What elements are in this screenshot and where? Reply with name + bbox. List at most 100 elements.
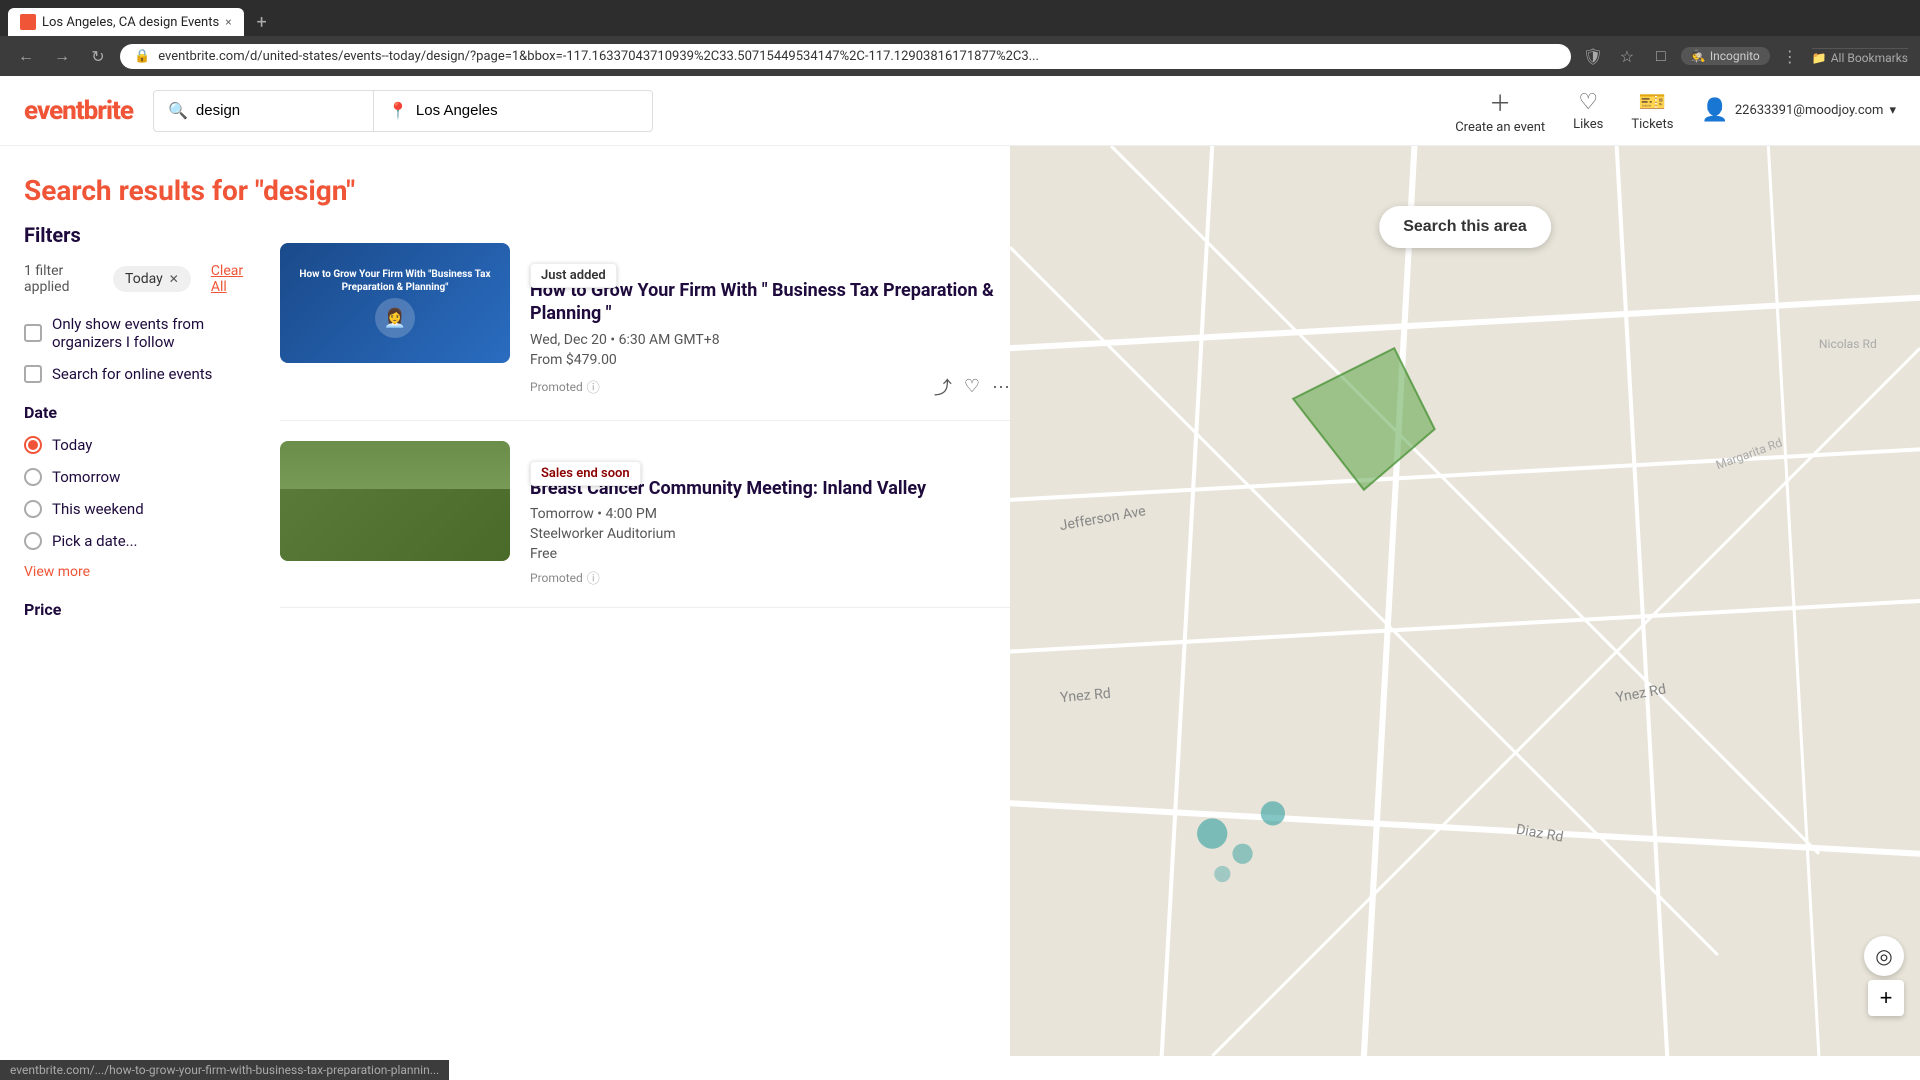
- back-button[interactable]: ←: [12, 42, 40, 70]
- shield-icon: 🛡: [1579, 42, 1607, 70]
- results-header: Search results for "design": [0, 146, 1010, 223]
- main-content: Search results for "design" Filters 1 fi…: [0, 146, 1920, 1056]
- ticket-icon: 🎫: [1639, 90, 1666, 115]
- remove-filter-button[interactable]: ✕: [169, 272, 179, 286]
- today-label: Today: [52, 436, 92, 454]
- active-filter-label: Today: [125, 271, 163, 287]
- event-2-date: Tomorrow • 4:00 PM: [530, 506, 1010, 522]
- events-list: How to Grow Your Firm With "Business Tax…: [280, 223, 1010, 632]
- search-input-container: 🔍: [154, 91, 374, 131]
- search-area-button[interactable]: Search this area: [1379, 206, 1551, 248]
- share-button-1[interactable]: ⤴: [934, 374, 952, 400]
- event-1-date: Wed, Dec 20 • 6:30 AM GMT+8: [530, 332, 1010, 348]
- event-2-badge: Sales end soon: [530, 461, 641, 486]
- heart-icon: ♡: [1578, 90, 1598, 115]
- location-input[interactable]: [416, 102, 638, 119]
- menu-icon[interactable]: ⋮: [1776, 42, 1804, 70]
- like-button-1[interactable]: ♡: [964, 376, 980, 397]
- url-text: eventbrite.com/d/united-states/events--t…: [158, 49, 1557, 64]
- date-title: Date: [24, 403, 256, 422]
- dropdown-icon: ▾: [1889, 103, 1896, 118]
- bookmarks-label: All Bookmarks: [1831, 51, 1908, 65]
- info-icon: ⓘ: [587, 377, 600, 396]
- pick-date-radio[interactable]: [24, 532, 42, 550]
- event-2-promoted: Promoted ⓘ: [530, 568, 600, 587]
- organizers-filter[interactable]: Only show events from organizers I follo…: [24, 315, 256, 351]
- event-2-actions: Promoted ⓘ: [530, 568, 1010, 587]
- location-icon: 📍: [388, 101, 408, 120]
- tickets-button[interactable]: 🎫 Tickets: [1631, 90, 1673, 132]
- header-actions: ＋ Create an event ♡ Likes 🎫 Tickets 👤 22…: [1455, 86, 1896, 135]
- online-events-label: Search for online events: [52, 365, 212, 383]
- search-bar: 🔍 📍: [153, 90, 653, 132]
- event-1-badge: Just added: [530, 263, 617, 288]
- price-title: Price: [24, 600, 256, 619]
- location-input-container: 📍: [374, 91, 652, 131]
- price-section: Price: [24, 600, 256, 619]
- close-tab-button[interactable]: ×: [225, 15, 231, 29]
- organizers-checkbox[interactable]: [24, 324, 42, 342]
- profile-icon[interactable]: □: [1647, 42, 1675, 70]
- tomorrow-radio[interactable]: [24, 468, 42, 486]
- site-header: eventbrite 🔍 📍 ＋ Create an event ♡ Likes…: [0, 76, 1920, 146]
- create-event-button[interactable]: ＋ Create an event: [1455, 86, 1545, 135]
- promoted-label-2: Promoted: [530, 571, 583, 585]
- address-bar[interactable]: 🔒 eventbrite.com/d/united-states/events-…: [120, 44, 1571, 69]
- online-events-checkbox[interactable]: [24, 365, 42, 383]
- map-svg: Jefferson Ave Ynez Rd Ynez Rd Diaz Rd Ma…: [1010, 146, 1920, 1056]
- zoom-in-button[interactable]: +: [1868, 980, 1904, 1016]
- map-panel: Jefferson Ave Ynez Rd Ynez Rd Diaz Rd Ma…: [1010, 146, 1920, 1056]
- plus-icon: ＋: [1489, 86, 1511, 118]
- action-buttons: ⤴ ♡ ···: [934, 374, 1010, 400]
- star-icon[interactable]: ☆: [1613, 42, 1641, 70]
- event-2-venue: Steelworker Auditorium: [530, 526, 1010, 542]
- event-card-2: Sales end soon Breast Cancer Community M…: [280, 421, 1010, 608]
- date-tomorrow[interactable]: Tomorrow: [24, 468, 256, 486]
- tab-title: Los Angeles, CA design Events: [42, 15, 219, 30]
- filter-count: 1 filter applied: [24, 263, 101, 295]
- incognito-badge: 🕵 Incognito: [1681, 47, 1770, 65]
- search-icon: 🔍: [168, 101, 188, 120]
- organizers-label: Only show events from organizers I follo…: [52, 315, 256, 351]
- info-icon-2: ⓘ: [587, 568, 600, 587]
- date-section: Date Today Tomorrow This weekend: [24, 403, 256, 580]
- clear-all-button[interactable]: Clear All: [211, 263, 256, 295]
- nav-icons: 🛡 ☆ □ 🕵 Incognito ⋮: [1579, 42, 1804, 70]
- tab-bar: Los Angeles, CA design Events × +: [0, 0, 1920, 36]
- filters-title: Filters: [24, 223, 256, 247]
- svg-text:Nicolas Rd: Nicolas Rd: [1819, 337, 1877, 351]
- online-events-filter[interactable]: Search for online events: [24, 365, 256, 383]
- tab-favicon: [20, 14, 36, 30]
- user-menu[interactable]: 👤 22633391@moodjoy.com ▾: [1701, 98, 1896, 123]
- likes-label: Likes: [1573, 117, 1603, 132]
- location-crosshair-icon: ◎: [1875, 944, 1892, 969]
- refresh-button[interactable]: ↻: [84, 42, 112, 70]
- create-event-label: Create an event: [1455, 120, 1545, 135]
- search-input[interactable]: [196, 102, 359, 119]
- page: eventbrite 🔍 📍 ＋ Create an event ♡ Likes…: [0, 76, 1920, 1056]
- event-card-1: How to Grow Your Firm With "Business Tax…: [280, 223, 1010, 421]
- event-1-image: How to Grow Your Firm With "Business Tax…: [280, 243, 510, 363]
- active-tab[interactable]: Los Angeles, CA design Events ×: [8, 8, 244, 36]
- active-filter-tag[interactable]: Today ✕: [113, 266, 191, 292]
- more-button-1[interactable]: ···: [992, 376, 1010, 397]
- event-1-promoted: Promoted ⓘ: [530, 377, 600, 396]
- view-more-link[interactable]: View more: [24, 564, 256, 580]
- pick-date-label: Pick a date...: [52, 532, 138, 550]
- date-today[interactable]: Today: [24, 436, 256, 454]
- this-weekend-radio[interactable]: [24, 500, 42, 518]
- likes-button[interactable]: ♡ Likes: [1573, 90, 1603, 132]
- tomorrow-label: Tomorrow: [52, 468, 120, 486]
- logo[interactable]: eventbrite: [24, 96, 133, 126]
- tickets-label: Tickets: [1631, 117, 1673, 132]
- date-pick[interactable]: Pick a date...: [24, 532, 256, 550]
- date-this-weekend[interactable]: This weekend: [24, 500, 256, 518]
- content-area: Filters 1 filter applied Today ✕ Clear A…: [0, 223, 1010, 632]
- map-container: Jefferson Ave Ynez Rd Ynez Rd Diaz Rd Ma…: [1010, 146, 1920, 1056]
- today-radio[interactable]: [24, 436, 42, 454]
- location-button[interactable]: ◎: [1864, 936, 1904, 976]
- event-1-actions: Promoted ⓘ ⤴ ♡ ···: [530, 374, 1010, 400]
- new-tab-button[interactable]: +: [248, 8, 276, 36]
- user-email: 22633391@moodjoy.com: [1735, 103, 1884, 118]
- forward-button[interactable]: →: [48, 42, 76, 70]
